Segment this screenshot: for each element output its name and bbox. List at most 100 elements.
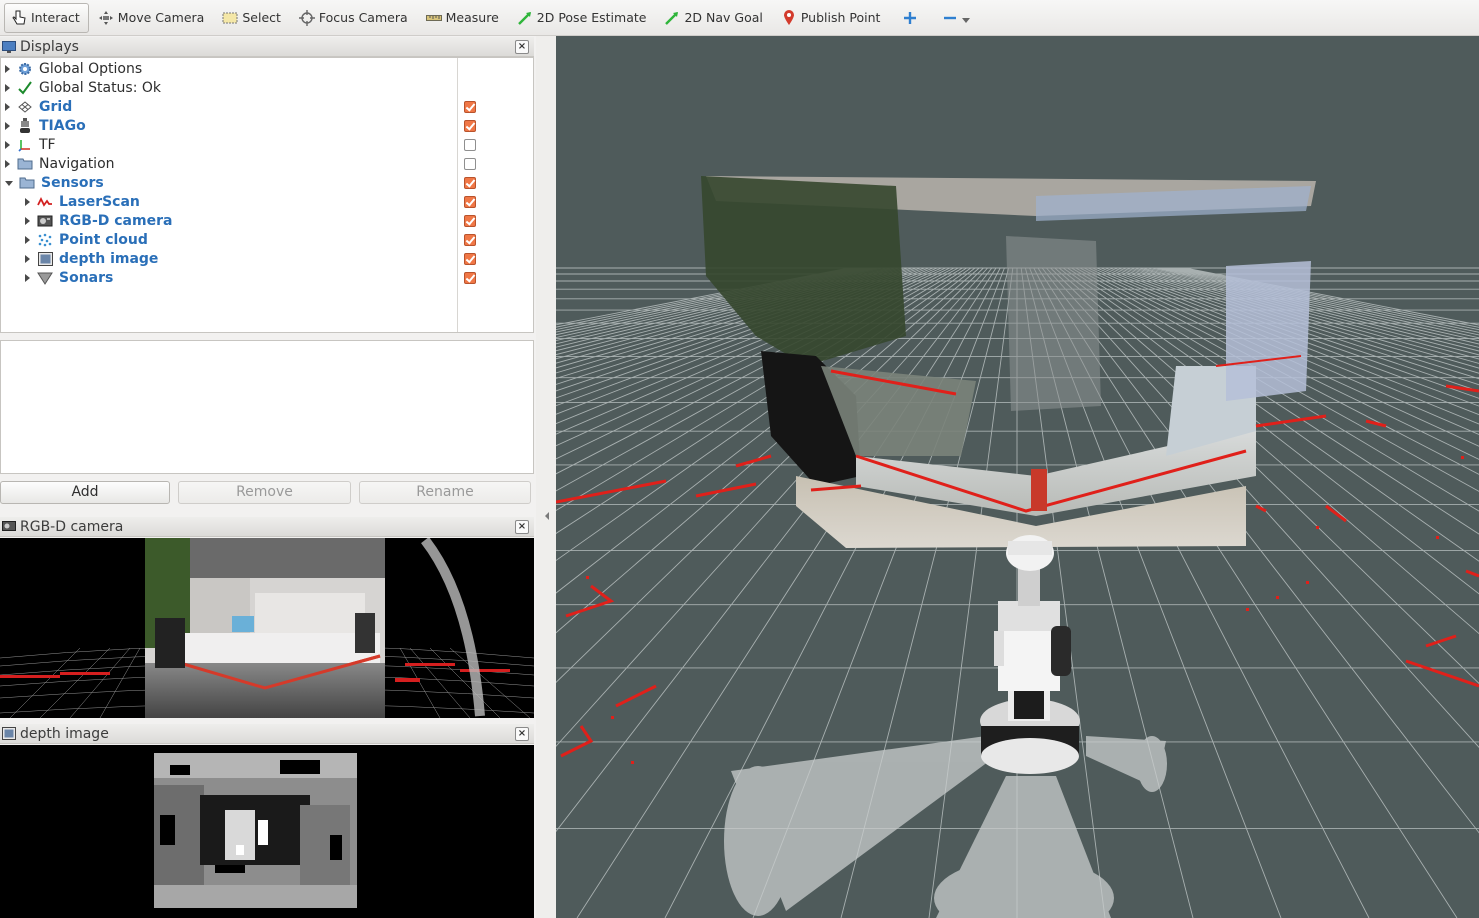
folder-icon [17, 156, 33, 172]
remove-button[interactable]: Remove [178, 481, 351, 504]
rgbd-panel-title: RGB-D camera × [0, 517, 534, 537]
chevron-down-icon [962, 18, 971, 23]
description-box [0, 340, 534, 474]
tree-item-label: LaserScan [59, 193, 140, 210]
checkbox-point-cloud[interactable] [464, 234, 476, 246]
expand-arrow-icon[interactable] [25, 254, 30, 263]
tree-item-label: depth image [59, 250, 159, 267]
checkbox-tiago[interactable] [464, 120, 476, 132]
measure-tool-button[interactable]: Measure [419, 3, 508, 33]
publish-point-label: Publish Point [800, 10, 881, 25]
rename-button[interactable]: Rename [359, 481, 531, 504]
folder-icon [19, 175, 35, 191]
close-icon[interactable]: × [515, 727, 529, 741]
expand-arrow-icon[interactable] [5, 64, 10, 73]
checkbox-sensors[interactable] [464, 177, 476, 189]
collapse-arrow-icon[interactable] [5, 180, 13, 186]
move-camera-icon [98, 10, 114, 26]
minus-icon [942, 10, 958, 26]
focus-camera-tool-button[interactable]: Focus Camera [292, 3, 417, 33]
rgbd-camera-image [0, 538, 534, 718]
tree-item-depth-image[interactable]: depth image [25, 249, 557, 268]
ruler-icon [425, 10, 442, 26]
tree-item-global-status[interactable]: Global Status: Ok [5, 78, 537, 97]
check-icon [17, 80, 33, 96]
tree-item-tiago[interactable]: TIAGo [5, 116, 537, 135]
depth-image-view [0, 745, 534, 918]
depth-panel-label: depth image [20, 725, 109, 742]
toolbar: Interact Move Camera Select Focus Camera… [0, 0, 1479, 36]
tree-item-label: Global Status: Ok [39, 79, 162, 96]
tree-item-label: TIAGo [39, 117, 86, 134]
close-icon[interactable]: × [515, 40, 529, 54]
tree-item-global-options[interactable]: Global Options [5, 59, 537, 78]
gear-icon [17, 61, 33, 77]
checkbox-depth-image[interactable] [464, 253, 476, 265]
interact-label: Interact [31, 10, 80, 25]
map-pin-icon [781, 9, 797, 26]
select-box-icon [222, 10, 238, 26]
checkbox-tf[interactable] [464, 139, 476, 151]
close-icon[interactable]: × [515, 520, 529, 534]
tree-item-sensors[interactable]: Sensors [5, 173, 537, 192]
tree-item-label: RGB-D camera [59, 212, 173, 229]
expand-arrow-icon[interactable] [25, 273, 30, 282]
splitter-arrow-icon[interactable] [545, 512, 549, 520]
displays-tree: Global Options Global Status: Ok Grid TI… [0, 57, 534, 333]
checkbox-laserscan[interactable] [464, 196, 476, 208]
tree-item-sonars[interactable]: Sonars [25, 268, 557, 287]
robot-icon [17, 117, 33, 134]
image-icon [2, 726, 16, 741]
tree-item-label: Grid [39, 98, 73, 115]
expand-arrow-icon[interactable] [25, 235, 30, 244]
tree-item-grid[interactable]: Grid [5, 97, 537, 116]
expand-arrow-icon[interactable] [5, 140, 10, 149]
checkbox-sonars[interactable] [464, 272, 476, 284]
green-arrow-icon [664, 10, 680, 26]
checkbox-rgbd-camera[interactable] [464, 215, 476, 227]
panel-splitter[interactable] [536, 36, 556, 918]
interact-tool-button[interactable]: Interact [4, 2, 89, 33]
focus-camera-label: Focus Camera [318, 10, 408, 25]
focus-camera-icon [298, 9, 315, 26]
green-arrow-icon [517, 10, 533, 26]
rgbd-panel-label: RGB-D camera [20, 518, 124, 535]
pose-estimate-tool-button[interactable]: 2D Pose Estimate [510, 3, 656, 33]
tree-item-label: Global Options [39, 60, 143, 77]
tree-item-label: Point cloud [59, 231, 148, 248]
3d-render-viewport[interactable] [556, 36, 1479, 918]
monitor-icon [2, 40, 16, 54]
image-icon [37, 251, 53, 267]
tree-item-navigation[interactable]: Navigation [5, 154, 537, 173]
nav-goal-tool-button[interactable]: 2D Nav Goal [657, 3, 771, 33]
publish-point-tool-button[interactable]: Publish Point [774, 3, 890, 33]
expand-arrow-icon[interactable] [5, 102, 10, 111]
add-button[interactable]: Add [0, 481, 170, 504]
camera-icon [2, 520, 16, 534]
expand-arrow-icon[interactable] [25, 197, 30, 206]
checkbox-navigation[interactable] [464, 158, 476, 170]
expand-arrow-icon[interactable] [25, 216, 30, 225]
pose-estimate-label: 2D Pose Estimate [536, 10, 647, 25]
laser-scan-icon [37, 194, 53, 210]
expand-arrow-icon[interactable] [5, 159, 10, 168]
add-tool-button[interactable] [891, 3, 933, 33]
tree-item-point-cloud[interactable]: Point cloud [25, 230, 557, 249]
move-camera-label: Move Camera [117, 10, 205, 25]
select-tool-button[interactable]: Select [215, 3, 290, 33]
point-cloud-icon [37, 232, 53, 248]
sonar-icon [37, 270, 53, 286]
expand-arrow-icon[interactable] [5, 83, 10, 92]
remove-tool-button[interactable] [935, 3, 977, 33]
expand-arrow-icon[interactable] [5, 121, 10, 130]
tree-item-laserscan[interactable]: LaserScan [25, 192, 557, 211]
tree-item-label: Navigation [39, 155, 115, 172]
checkbox-grid[interactable] [464, 101, 476, 113]
tree-item-tf[interactable]: TF [5, 135, 537, 154]
move-camera-tool-button[interactable]: Move Camera [91, 3, 214, 33]
depth-panel-title: depth image × [0, 724, 534, 744]
tree-item-label: Sonars [59, 269, 114, 286]
plus-icon [902, 10, 918, 26]
tree-item-rgbd-camera[interactable]: RGB-D camera [25, 211, 557, 230]
grid-icon [17, 99, 33, 115]
